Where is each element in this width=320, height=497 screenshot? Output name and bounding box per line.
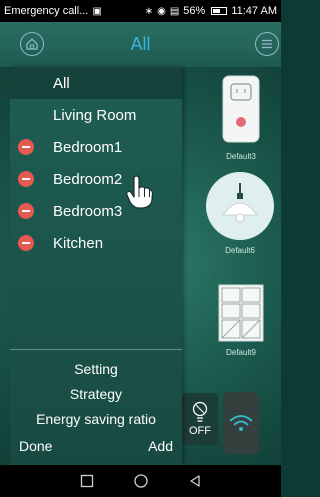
wifi-button[interactable] bbox=[223, 392, 259, 454]
off-button[interactable]: OFF bbox=[182, 393, 218, 445]
home-nav-icon[interactable] bbox=[133, 473, 149, 489]
room-item-label: Living Room bbox=[53, 106, 137, 124]
device-label: Default9 bbox=[226, 348, 256, 357]
notification-text: Emergency call... bbox=[4, 5, 89, 17]
home-button[interactable] bbox=[20, 32, 44, 56]
room-drawer: All Living Room Bedroom1 Bedroom2 Bedroo… bbox=[10, 67, 182, 465]
room-item-kitchen[interactable]: Kitchen bbox=[10, 227, 182, 259]
room-item-bedroom1[interactable]: Bedroom1 bbox=[10, 131, 182, 163]
menu-button[interactable] bbox=[255, 32, 279, 56]
app-header: All bbox=[0, 22, 281, 67]
hand-cursor-icon bbox=[126, 175, 154, 209]
menu-icon bbox=[262, 39, 272, 49]
setting-menu-item[interactable]: Setting bbox=[10, 357, 182, 382]
done-button[interactable]: Done bbox=[19, 438, 52, 454]
room-item-bedroom2[interactable]: Bedroom2 bbox=[10, 163, 182, 195]
bluetooth-icon: ∗ bbox=[144, 5, 154, 17]
off-label: OFF bbox=[189, 425, 211, 437]
bulb-icon bbox=[192, 401, 208, 422]
add-button[interactable]: Add bbox=[148, 438, 173, 454]
device-circle bbox=[206, 172, 274, 240]
battery-percent: 56% bbox=[183, 5, 206, 17]
room-list: All Living Room Bedroom1 Bedroom2 Bedroo… bbox=[10, 67, 182, 259]
device-card[interactable]: Default3 bbox=[212, 74, 270, 161]
wifi-status-icon: ◉ bbox=[157, 5, 166, 17]
room-item-living-room[interactable]: Living Room bbox=[10, 99, 182, 131]
strategy-menu-item[interactable]: Strategy bbox=[10, 382, 182, 407]
device-card[interactable]: Default9 bbox=[213, 284, 269, 357]
notification-image-icon: ▣ bbox=[92, 5, 102, 17]
remove-room-icon[interactable] bbox=[18, 171, 34, 187]
drawer-menu: Setting Strategy Energy saving ratio bbox=[10, 357, 182, 432]
remove-room-icon[interactable] bbox=[18, 203, 34, 219]
page-title: All bbox=[130, 34, 151, 54]
divider bbox=[10, 349, 182, 350]
room-item-label: Kitchen bbox=[53, 234, 104, 252]
wifi-icon bbox=[229, 415, 253, 431]
room-item-label: All bbox=[53, 74, 70, 92]
room-item-bedroom3[interactable]: Bedroom3 bbox=[10, 195, 182, 227]
remove-room-icon[interactable] bbox=[18, 235, 34, 251]
room-item-all[interactable]: All bbox=[10, 67, 182, 99]
room-item-label: Bedroom2 bbox=[53, 170, 123, 188]
recents-icon[interactable] bbox=[80, 474, 94, 488]
socket-icon bbox=[222, 75, 260, 143]
sim-icon: ▤ bbox=[169, 5, 180, 17]
room-item-label: Bedroom3 bbox=[53, 202, 123, 220]
system-nav-bar bbox=[0, 465, 281, 497]
device-label: Default6 bbox=[225, 246, 255, 255]
energy-saving-ratio-menu-item[interactable]: Energy saving ratio bbox=[10, 407, 182, 432]
device-label: Default3 bbox=[226, 152, 256, 161]
status-bar: Emergency call... ▣ ∗ ◉ ▤ 56% 11:47 AM bbox=[0, 0, 281, 22]
battery-icon bbox=[211, 7, 228, 15]
lamp-icon bbox=[222, 183, 258, 223]
room-item-label: Bedroom1 bbox=[53, 138, 123, 156]
switch-panel-icon bbox=[218, 284, 264, 342]
remove-room-icon[interactable] bbox=[18, 139, 34, 155]
device-card[interactable]: Default6 bbox=[202, 172, 278, 255]
clock: 11:47 AM bbox=[231, 5, 277, 17]
back-icon[interactable] bbox=[188, 474, 202, 488]
home-icon bbox=[26, 38, 38, 50]
drawer-actions: Done Add bbox=[10, 438, 182, 458]
